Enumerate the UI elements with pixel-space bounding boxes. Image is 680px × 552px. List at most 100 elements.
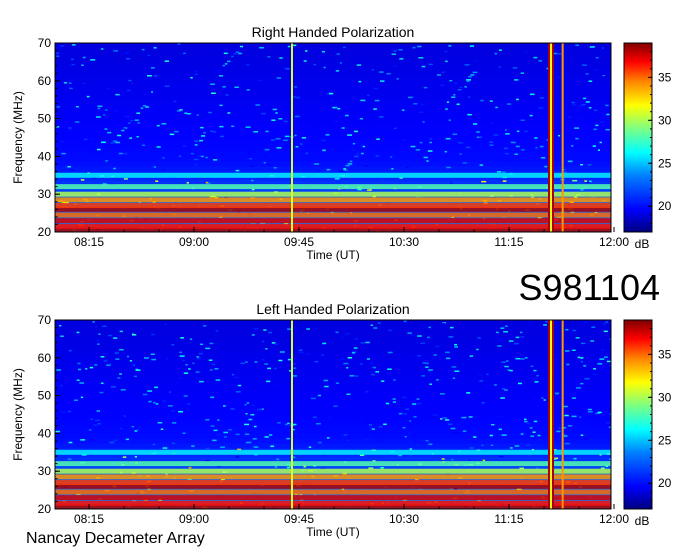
noise-speck [245, 441, 251, 444]
noise-speck [272, 108, 277, 111]
noise-speck [454, 82, 458, 84]
noise-speck [60, 411, 65, 413]
noise-speck [299, 351, 304, 354]
noise-speck [476, 131, 480, 133]
noise-speck [602, 323, 606, 325]
noise-speck [282, 139, 288, 142]
noise-speck [387, 368, 392, 370]
noise-speck [333, 121, 339, 123]
noise-speck [231, 373, 235, 376]
noise-speck [374, 99, 380, 102]
noise-speck [56, 369, 61, 371]
interference-band [55, 500, 611, 506]
noise-speck [287, 45, 291, 48]
noise-speck [469, 355, 473, 357]
noise-speck [508, 340, 514, 342]
noise-speck [246, 89, 250, 91]
noise-speck [275, 112, 278, 114]
noise-speck [537, 434, 541, 437]
noise-speck [398, 412, 403, 415]
noise-speck [56, 106, 60, 108]
noise-speck [440, 81, 445, 84]
noise-speck [405, 166, 409, 169]
noise-speck [370, 123, 374, 126]
noise-speck [266, 163, 271, 166]
noise-speck [445, 357, 451, 360]
noise-speck [541, 397, 544, 399]
noise-speck [347, 163, 353, 165]
noise-speck [572, 349, 576, 352]
noise-speck [89, 438, 95, 441]
noise-speck [186, 403, 191, 405]
noise-speck [586, 369, 590, 371]
colorbar-tick-label: 30 [658, 390, 672, 404]
noise-speck [556, 53, 562, 55]
noise-speck [338, 389, 343, 392]
noise-speck [479, 164, 484, 166]
noise-speck [454, 343, 458, 346]
noise-speck [219, 125, 224, 128]
noise-speck [472, 71, 478, 74]
noise-speck [534, 381, 539, 383]
noise-speck [529, 114, 533, 117]
noise-speck [368, 467, 374, 469]
y-tick-label: 20 [38, 502, 52, 516]
interference-band [55, 172, 611, 178]
noise-speck [454, 419, 459, 421]
noise-speck [82, 56, 86, 59]
noise-speck [271, 119, 276, 121]
noise-speck [76, 444, 79, 446]
noise-speck [186, 113, 191, 115]
noise-speck [453, 432, 459, 434]
noise-speck [63, 82, 68, 84]
noise-speck [56, 52, 59, 54]
noise-speck [354, 155, 359, 158]
noise-speck [501, 171, 506, 173]
noise-speck [81, 64, 84, 67]
noise-speck [200, 343, 204, 346]
background-row [55, 85, 611, 91]
noise-speck [134, 168, 138, 171]
noise-speck [495, 106, 498, 109]
noise-speck [67, 458, 72, 461]
noise-speck [117, 377, 121, 379]
noise-speck [298, 388, 302, 390]
noise-speck [602, 76, 608, 78]
noise-speck [506, 360, 509, 362]
noise-speck [100, 355, 105, 358]
noise-speck [360, 413, 364, 415]
noise-speck [201, 135, 206, 137]
noise-speck [571, 392, 574, 395]
y-tick-label: 60 [38, 351, 52, 365]
noise-speck [489, 141, 494, 143]
noise-speck [213, 429, 218, 432]
noise-speck [543, 83, 546, 86]
noise-speck [156, 124, 160, 127]
background-row [55, 400, 611, 406]
noise-speck [429, 97, 435, 100]
noise-speck [503, 330, 508, 333]
noise-speck [405, 408, 409, 410]
noise-speck [216, 433, 221, 436]
noise-speck [343, 169, 348, 172]
noise-speck [401, 396, 407, 399]
noise-speck [153, 47, 157, 49]
noise-speck [169, 133, 175, 136]
noise-speck [571, 145, 574, 147]
noise-speck [408, 440, 413, 443]
noise-speck [270, 154, 273, 156]
noise-speck [213, 48, 217, 50]
noise-speck [253, 131, 259, 133]
noise-speck [556, 76, 561, 79]
noise-speck [592, 145, 596, 147]
noise-speck [108, 334, 112, 337]
noise-speck [377, 149, 382, 152]
noise-speck [371, 428, 375, 430]
noise-speck [468, 459, 471, 462]
noise-speck [436, 379, 439, 381]
x-axis-label: Time (UT) [306, 248, 360, 262]
noise-speck [565, 328, 569, 331]
noise-speck [520, 358, 525, 360]
noise-speck [276, 147, 282, 149]
noise-speck [71, 44, 76, 46]
